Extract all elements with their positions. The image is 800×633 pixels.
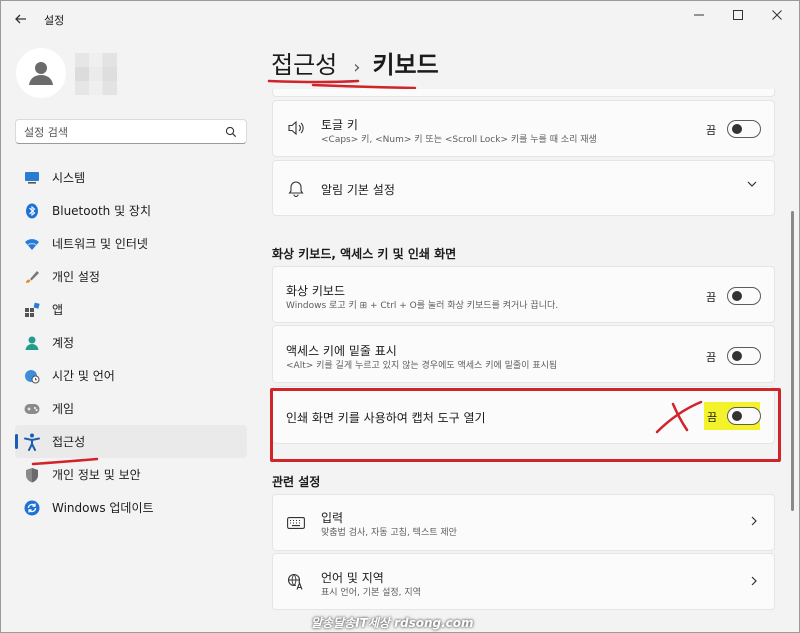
card-description: 맞춤법 검사, 자동 고침, 텍스트 제안 <box>321 528 457 538</box>
sidebar-item-label: 시스템 <box>52 171 86 185</box>
account-icon <box>24 335 40 351</box>
monitor-icon <box>24 170 40 186</box>
window-title: 설정 <box>44 14 65 27</box>
card-description: <Caps> 키, <Num> 키 또는 <Scroll Lock> 키를 누를… <box>321 135 597 145</box>
sidebar-item-system[interactable]: 시스템 <box>15 161 247 194</box>
globe-clock-icon <box>24 368 40 384</box>
sidebar-item-gaming[interactable]: 게임 <box>15 392 247 425</box>
sidebar-item-time-language[interactable]: 시간 및 언어 <box>15 359 247 392</box>
card-description: <Alt> 키를 길게 누르고 있지 않는 경우에도 액세스 키에 밑줄이 표시… <box>286 361 558 371</box>
sidebar-item-apps[interactable]: 앱 <box>15 293 247 326</box>
gamepad-icon <box>24 401 40 417</box>
title-bar: 설정 <box>1 1 799 35</box>
user-icon <box>29 62 53 85</box>
back-arrow-icon[interactable] <box>11 9 31 29</box>
shield-icon <box>24 467 40 483</box>
access-keys-card[interactable]: 액세스 키에 밑줄 표시 <Alt> 키를 길게 누르고 있지 않는 경우에도 … <box>272 325 775 383</box>
card-title: 토글 키 <box>321 118 358 132</box>
settings-window: 설정 시스템 Bluetooth 및 장치 네트워크 및 인터넷 <box>0 0 800 633</box>
sidebar-item-windows-update[interactable]: Windows 업데이트 <box>15 491 247 524</box>
bluetooth-icon <box>24 203 40 219</box>
section-header-related: 관련 설정 <box>272 475 321 489</box>
sidebar-item-label: 시간 및 언어 <box>52 369 115 383</box>
toggle-knob <box>732 291 742 301</box>
minimize-icon[interactable] <box>685 5 713 25</box>
section-header-keyboard: 화상 키보드, 액세스 키 및 인쇄 화면 <box>272 247 457 261</box>
scrollbar[interactable] <box>791 211 794 511</box>
onscreen-keyboard-switch[interactable] <box>727 287 761 305</box>
speaker-icon <box>287 119 305 137</box>
sidebar-item-label: 앱 <box>52 303 64 317</box>
access-keys-switch[interactable] <box>727 347 761 365</box>
sidebar-item-label: Windows 업데이트 <box>52 501 154 515</box>
avatar[interactable] <box>16 48 66 98</box>
language-icon <box>287 573 305 591</box>
card-title: 액세스 키에 밑줄 표시 <box>286 344 397 358</box>
close-icon[interactable] <box>763 5 791 25</box>
maximize-icon[interactable] <box>724 5 752 25</box>
toggle-keys-switch[interactable] <box>727 120 761 138</box>
card-title: 입력 <box>321 511 344 525</box>
sidebar-item-label: 네트워크 및 인터넷 <box>52 237 148 251</box>
sidebar-item-accounts[interactable]: 계정 <box>15 326 247 359</box>
toggle-knob <box>732 124 742 134</box>
sidebar-item-personalization[interactable]: 개인 설정 <box>15 260 247 293</box>
sidebar-item-network[interactable]: 네트워크 및 인터넷 <box>15 227 247 260</box>
sidebar-item-label: 계정 <box>52 336 75 350</box>
annotation-underline-sidebar <box>31 457 99 466</box>
active-indicator <box>15 434 18 449</box>
toggle-knob <box>732 351 742 361</box>
sidebar-item-label: 게임 <box>52 402 75 416</box>
card-title: 알림 기본 설정 <box>321 183 395 197</box>
sidebar-item-accessibility[interactable]: 접근성 <box>15 425 247 458</box>
search-box[interactable] <box>15 119 247 144</box>
bell-icon <box>287 179 305 197</box>
sidebar-item-label: 개인 정보 및 보안 <box>52 468 141 482</box>
toggle-state-label: 끔 <box>706 351 717 364</box>
toggle-state-label: 끔 <box>706 291 717 304</box>
sidebar-item-label: 접근성 <box>52 435 86 449</box>
input-card[interactable]: 입력 맞춤법 검사, 자동 고침, 텍스트 제안 <box>272 494 775 551</box>
sidebar-nav: 시스템 Bluetooth 및 장치 네트워크 및 인터넷 개인 설정 앱 계정… <box>15 161 247 524</box>
chevron-right-icon[interactable] <box>748 515 760 531</box>
accessibility-icon <box>24 433 40 451</box>
blurred-user-name <box>75 53 117 95</box>
language-region-card[interactable]: 언어 및 지역 표시 언어, 기본 설정, 지역 <box>272 553 775 610</box>
annotation-cross <box>655 400 703 434</box>
sidebar-item-bluetooth[interactable]: Bluetooth 및 장치 <box>15 194 247 227</box>
sidebar-item-label: Bluetooth 및 장치 <box>52 204 152 218</box>
card-title: 화상 키보드 <box>286 284 346 298</box>
toggle-keys-card[interactable]: 토글 키 <Caps> 키, <Num> 키 또는 <Scroll Lock> … <box>272 100 775 157</box>
onscreen-keyboard-card[interactable]: 화상 키보드 Windows 로고 키 ⊞ + Ctrl + O를 눌러 화상 … <box>272 266 775 323</box>
wifi-icon <box>24 236 40 252</box>
search-icon[interactable] <box>224 125 238 139</box>
keyboard-icon <box>287 514 305 532</box>
notification-card[interactable]: 알림 기본 설정 <box>272 160 775 216</box>
sidebar-item-label: 개인 설정 <box>52 270 100 284</box>
apps-icon <box>24 302 40 318</box>
card-description: 표시 언어, 기본 설정, 지역 <box>321 588 421 598</box>
card-description: Windows 로고 키 ⊞ + Ctrl + O를 눌러 화상 키보드를 켜거… <box>286 301 559 311</box>
brush-icon <box>24 269 40 285</box>
toggle-state-label: 끔 <box>706 124 717 137</box>
chevron-down-icon[interactable] <box>746 178 758 194</box>
update-icon <box>24 500 40 516</box>
chevron-right-icon[interactable] <box>748 575 760 591</box>
card-title: 언어 및 지역 <box>321 571 384 585</box>
watermark: 알송달송IT세상 rdsong.com <box>311 616 474 630</box>
search-input[interactable] <box>24 124 219 140</box>
card-partial-top <box>272 89 775 97</box>
